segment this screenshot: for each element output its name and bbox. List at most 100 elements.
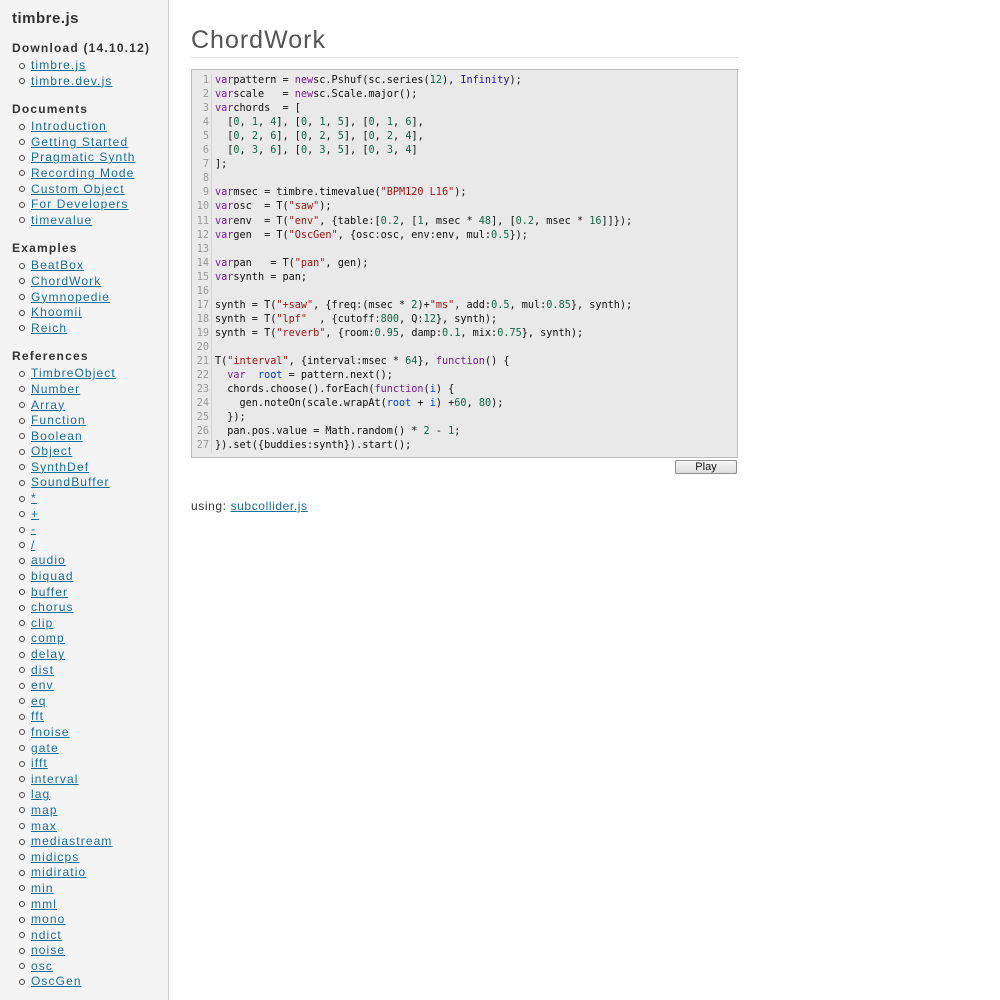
sidebar-link[interactable]: midiratio (31, 865, 86, 879)
site-title[interactable]: timbre.js (12, 10, 79, 27)
sidebar-link[interactable]: fft (31, 709, 44, 723)
play-button[interactable]: Play (675, 460, 737, 474)
code-line: 3 varchords = [ (192, 102, 301, 116)
sidebar-link[interactable]: noise (31, 943, 65, 957)
sidebar-item: - (12, 522, 168, 538)
sidebar-link[interactable]: Boolean (31, 429, 83, 443)
sidebar-list: BeatBox ChordWork Gymnopedie Khoomii Reich (12, 258, 168, 336)
sidebar-link[interactable]: Array (31, 398, 65, 412)
sidebar-link[interactable]: mediastream (31, 834, 112, 848)
sidebar-link[interactable]: For Developers (31, 197, 128, 211)
sidebar-link[interactable]: env (31, 678, 54, 692)
code-editor[interactable]: 1 varpattern = newsc.Pshuf(sc.series(12),… (191, 69, 738, 458)
sidebar-link[interactable]: gate (31, 741, 59, 755)
sidebar-section-heading: Download (14.10.12) (12, 41, 151, 55)
code-token: [ (215, 117, 234, 129)
code-token: 0.5 (491, 229, 510, 241)
sidebar-link[interactable]: audio (31, 553, 66, 567)
sidebar-link[interactable]: Getting Started (31, 135, 128, 149)
sidebar-link[interactable]: interval (31, 772, 78, 786)
sidebar-link[interactable]: mono (31, 912, 65, 926)
code-token: "reverb" (276, 327, 326, 339)
sidebar-link[interactable]: Object (31, 444, 72, 458)
sidebar-link[interactable]: ndict (31, 928, 62, 942)
sidebar-link[interactable]: Pragmatic Synth (31, 150, 136, 164)
sidebar-link[interactable]: buffer (31, 585, 68, 599)
code-line: 10 varosc = T("saw"); (192, 200, 332, 214)
sidebar-link[interactable]: - (31, 522, 36, 536)
sidebar-link[interactable]: Custom Object (31, 182, 125, 196)
sidebar-link[interactable]: fnoise (31, 725, 70, 739)
sidebar-link[interactable]: + (31, 507, 39, 521)
sidebar-link[interactable]: min (31, 881, 54, 895)
sidebar-link[interactable]: biquad (31, 569, 74, 583)
sidebar-link[interactable]: comp (31, 631, 65, 645)
code-token: , {table:[ (319, 215, 381, 227)
sidebar-link[interactable]: osc (31, 959, 53, 973)
page-title: ChordWork (191, 26, 738, 58)
line-number: 11 (196, 215, 209, 227)
sidebar-list: TimbreObject Number Array Function Boolean Ob… (12, 366, 168, 990)
sidebar-link[interactable]: SynthDef (31, 460, 89, 474)
sidebar-link[interactable]: Recording Mode (31, 166, 134, 180)
sidebar-link[interactable]: timevalue (31, 213, 92, 227)
sidebar-link[interactable]: TimbreObject (31, 366, 116, 380)
code-line: 4 [0, 1, 4], [0, 1, 5], [0, 1, 6], (192, 116, 424, 130)
code-text: pan.pos.value = Math.random() * 2 - 1; (215, 425, 460, 439)
sidebar-link[interactable]: max (31, 819, 57, 833)
code-line: 6 [0, 3, 6], [0, 3, 5], [0, 3, 4] (192, 144, 418, 158)
sidebar-link[interactable]: Reich (31, 321, 67, 335)
sidebar-link[interactable]: Function (31, 413, 86, 427)
sidebar-link[interactable]: map (31, 803, 58, 817)
sidebar-link[interactable]: midicps (31, 850, 79, 864)
sidebar-link[interactable]: SoundBuffer (31, 475, 110, 489)
code-text: varpattern = newsc.Pshuf(sc.series(12), … (215, 74, 522, 88)
code-line: 7]; (192, 158, 227, 172)
code-token: , (239, 117, 252, 129)
code-text: [0, 3, 6], [0, 3, 5], [0, 3, 4] (215, 144, 417, 158)
sidebar-link[interactable]: delay (31, 647, 65, 661)
line-number: 19 (196, 327, 209, 339)
sidebar-item: Getting Started (12, 135, 168, 151)
code-token: env = T( (233, 215, 289, 227)
sidebar-item: mono (12, 912, 168, 928)
sidebar-link[interactable]: dist (31, 663, 54, 677)
using-line: using: subcollider.js (191, 499, 308, 513)
sidebar-link[interactable]: timbre.dev.js (31, 74, 112, 88)
code-line: 20 (192, 341, 209, 355)
sidebar-link[interactable]: Gymnopedie (31, 290, 110, 304)
sidebar-link[interactable]: OscGen (31, 974, 82, 988)
code-line: 5 [0, 2, 6], [0, 2, 5], [0, 2, 4], (192, 130, 424, 144)
sidebar-item: Introduction (12, 119, 168, 135)
code-token: ), (441, 75, 461, 86)
sidebar-item: lag (12, 787, 168, 803)
code-token: "env" (288, 215, 320, 227)
sidebar-item: OscGen (12, 974, 168, 990)
code-token: , (325, 131, 338, 143)
sidebar-link[interactable]: Khoomii (31, 305, 82, 319)
code-token: ], [ (343, 131, 369, 143)
code-token: }, (417, 356, 436, 367)
code-token: , (239, 145, 252, 157)
sidebar-link[interactable]: ifft (31, 756, 48, 770)
sidebar-link[interactable]: Introduction (31, 119, 107, 133)
sidebar-link[interactable]: chorus (31, 600, 74, 614)
sidebar-link[interactable]: BeatBox (31, 258, 84, 272)
sidebar-link[interactable]: lag (31, 787, 50, 801)
code-token: var (215, 215, 234, 227)
sidebar-link[interactable]: * (31, 491, 37, 505)
sidebar-item: ndict (12, 928, 168, 944)
sidebar-item: clip (12, 616, 168, 632)
code-token: "pan" (294, 257, 326, 269)
sidebar-link[interactable]: clip (31, 616, 53, 630)
code-line: 8 (192, 172, 209, 186)
sidebar-link[interactable]: Number (31, 382, 80, 396)
sidebar-link[interactable]: mml (31, 897, 57, 911)
sidebar-link[interactable]: eq (31, 694, 47, 708)
line-number: 20 (196, 341, 209, 353)
code-token: pan = T( (233, 257, 295, 269)
subcollider-link[interactable]: subcollider.js (231, 499, 308, 513)
sidebar-link[interactable]: ChordWork (31, 274, 101, 288)
sidebar-link[interactable]: / (31, 538, 35, 552)
sidebar-link[interactable]: timbre.js (31, 58, 86, 72)
